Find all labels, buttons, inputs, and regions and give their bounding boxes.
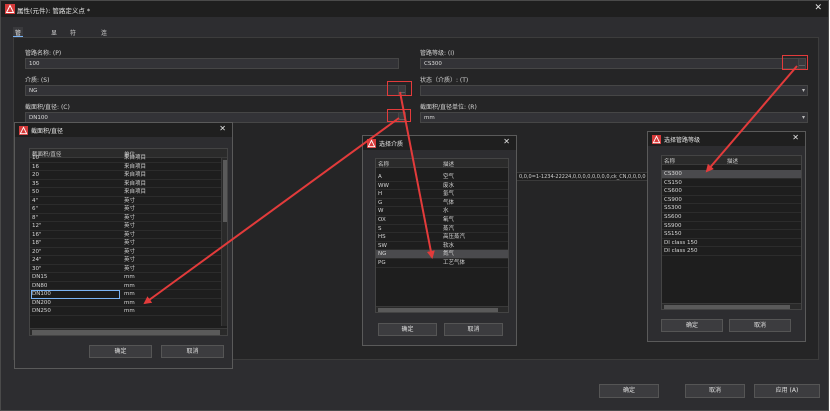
arrow-to-medium-dialog: [399, 91, 435, 259]
arrow-to-pipe-class-dialog: [705, 65, 798, 173]
annotation-arrows: [143, 65, 798, 305]
arrow-to-section-dialog: [143, 117, 400, 305]
